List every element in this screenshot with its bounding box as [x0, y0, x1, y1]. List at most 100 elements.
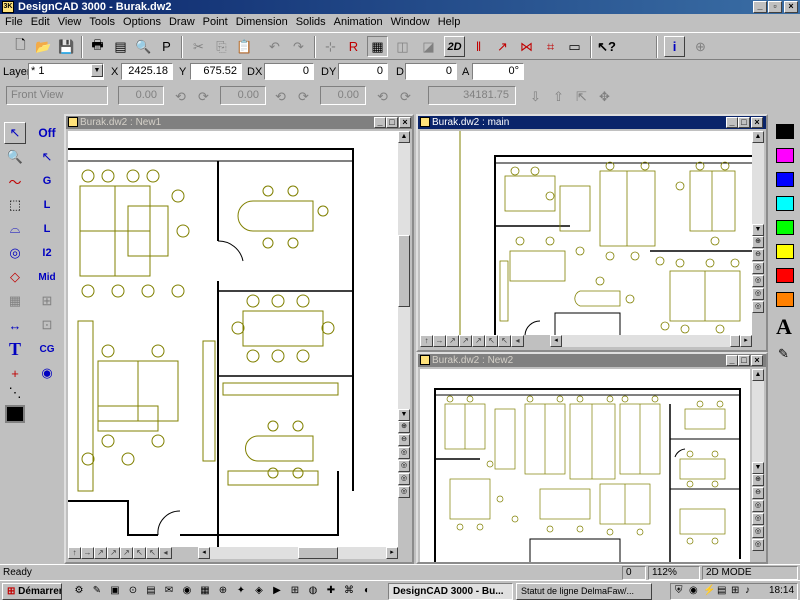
snap-gravity-button[interactable]: G [36, 170, 58, 192]
drawing-canvas-main[interactable] [420, 131, 752, 335]
info-icon[interactable]: i [664, 36, 685, 57]
task-designcad[interactable]: DesignCAD 3000 - Bu... [388, 583, 513, 600]
print-icon[interactable]: 🖶 [87, 36, 108, 57]
vertical-scrollbar[interactable]: ▲ ▼ [752, 369, 764, 474]
nav-diag4-icon[interactable]: ↖ [133, 547, 146, 559]
vertical-scrollbar[interactable]: ▲ ▼ [752, 131, 764, 236]
copy-icon[interactable]: ⎘ [211, 36, 232, 57]
start-button[interactable]: ⊞ Démarrer [2, 583, 62, 600]
maximize-button[interactable]: ▫ [768, 1, 782, 13]
quicklaunch-icon-10[interactable]: ✦ [234, 585, 248, 598]
layer-icon[interactable]: ◫ [392, 36, 413, 57]
distance-field[interactable]: 0 [405, 63, 457, 80]
arrow-down-icon[interactable]: ⇩ [525, 86, 546, 107]
dy-field[interactable]: 0 [338, 63, 388, 80]
menu-tools[interactable]: Tools [86, 16, 120, 28]
x-coordinate-field[interactable]: 2425.18 [121, 63, 173, 80]
menu-help[interactable]: Help [435, 16, 466, 28]
menu-draw[interactable]: Draw [166, 16, 200, 28]
snap-center-gravity-button[interactable]: CG [36, 338, 58, 360]
line-icon[interactable]: 〜 [4, 170, 26, 192]
zoom-prev-icon[interactable]: ◎ [752, 526, 764, 538]
menu-solids[interactable]: Solids [293, 16, 331, 28]
select-pointer-icon[interactable]: ↖ [4, 122, 26, 144]
parallel-lines-icon[interactable]: ‖ [468, 36, 489, 57]
quicklaunch-icon-13[interactable]: ⊞ [288, 585, 302, 598]
circle-icon[interactable]: ◎ [4, 242, 26, 264]
snap-line-button[interactable]: L [36, 194, 58, 216]
zoom-out-icon[interactable]: ⊖ [752, 487, 764, 499]
menu-point[interactable]: Point [200, 16, 233, 28]
scroll-up-icon[interactable]: ▲ [752, 369, 764, 381]
view-field-1[interactable]: 0.00 [118, 86, 164, 105]
quicklaunch-icon-8[interactable]: ▦ [198, 585, 212, 598]
zoom-in-icon[interactable]: ⊕ [752, 474, 764, 486]
nav-diag3-icon[interactable]: ↗ [120, 547, 133, 559]
close-button[interactable]: × [399, 117, 411, 128]
nav-up-icon[interactable]: ↑ [420, 335, 433, 347]
snap-circle-icon[interactable]: ◉ [36, 362, 58, 384]
snap-line2-button[interactable]: L [36, 218, 58, 240]
speaker-icon[interactable]: ♪ [745, 585, 750, 596]
drawing-canvas-new2[interactable] [420, 369, 750, 562]
tray-icon-2[interactable]: ◉ [689, 585, 698, 596]
minimize-button[interactable]: _ [726, 355, 738, 366]
color-swatch-red[interactable] [776, 268, 794, 283]
nav-diag3-icon[interactable]: ↗ [472, 335, 485, 347]
redraw-icon[interactable]: R [343, 36, 364, 57]
scroll-left-icon[interactable]: ◂ [198, 547, 210, 559]
close-button[interactable]: × [784, 1, 798, 13]
zoom-out-icon[interactable]: ⊖ [398, 434, 410, 446]
snap-tangent-icon[interactable]: ⊡ [36, 314, 58, 336]
quicklaunch-icon-9[interactable]: ⊕ [216, 585, 230, 598]
nav-diag5-icon[interactable]: ↖ [146, 547, 159, 559]
color-swatch-green[interactable] [776, 220, 794, 235]
menu-view[interactable]: View [55, 16, 87, 28]
task-line-status[interactable]: Statut de ligne DelmaFaw/... [516, 583, 652, 600]
minimize-button[interactable]: _ [726, 117, 738, 128]
quicklaunch-icon-3[interactable]: ▣ [108, 585, 122, 598]
quicklaunch-icon-15[interactable]: ✚ [324, 585, 338, 598]
quicklaunch-icon-16[interactable]: ⌘ [342, 585, 356, 598]
tilt-up-icon[interactable]: ⟲ [270, 86, 291, 107]
zoom-prev-icon[interactable]: ◎ [752, 288, 764, 300]
current-color-swatch[interactable] [5, 405, 25, 423]
move-view-icon[interactable]: ⇱ [571, 86, 592, 107]
zoom-in-icon[interactable]: ⊕ [398, 421, 410, 433]
dx-field[interactable]: 0 [264, 63, 314, 80]
grid-icon[interactable]: ▦ [4, 290, 26, 312]
menu-dimension[interactable]: Dimension [233, 16, 293, 28]
color-swatch-blue[interactable] [776, 172, 794, 187]
spin-right-icon[interactable]: ⟳ [395, 86, 416, 107]
hscroll-thumb[interactable] [730, 335, 740, 347]
view-field-2[interactable]: 0.00 [220, 86, 266, 105]
scroll-thumb[interactable] [398, 235, 410, 307]
zoom-window-icon[interactable]: ◎ [398, 460, 410, 472]
horizontal-scrollbar[interactable]: ◂ ▸ [550, 335, 752, 347]
menu-animation[interactable]: Animation [331, 16, 388, 28]
window-main-titlebar[interactable]: Burak.dw2 : main _ □ × [418, 116, 766, 129]
horizontal-scrollbar[interactable]: ◂ ▸ [198, 547, 398, 559]
curve-icon[interactable]: ⌓ [4, 218, 26, 240]
redo-icon[interactable]: ↷ [288, 36, 309, 57]
cut-icon[interactable]: ✂ [188, 36, 209, 57]
minimize-button[interactable]: _ [753, 1, 767, 13]
zoom-window-icon[interactable]: ◎ [752, 513, 764, 525]
print-preview-icon[interactable]: 🔍 [133, 36, 154, 57]
nav-up-icon[interactable]: ↑ [68, 547, 81, 559]
nav-diag2-icon[interactable]: ↗ [459, 335, 472, 347]
nav-diag-icon[interactable]: ↗ [446, 335, 459, 347]
line-style-icon[interactable]: ⋱ [4, 382, 26, 404]
text-style-button[interactable]: A [776, 314, 792, 340]
print-setup-icon[interactable]: ▤ [110, 36, 131, 57]
snap-cross-icon[interactable]: ⊞ [36, 290, 58, 312]
pen-icon[interactable]: ✎ [778, 346, 789, 362]
quicklaunch-icon-4[interactable]: ⊙ [126, 585, 140, 598]
open-folder-icon[interactable]: 📂 [33, 36, 54, 57]
quicklaunch-icon-7[interactable]: ◉ [180, 585, 194, 598]
arrow-axis-icon[interactable]: ↗ [492, 36, 513, 57]
scroll-up-icon[interactable]: ▲ [398, 131, 410, 143]
drawing-canvas-new1[interactable] [68, 131, 398, 547]
quicklaunch-icon-1[interactable]: ⚙ [72, 585, 86, 598]
close-button[interactable]: × [751, 355, 763, 366]
